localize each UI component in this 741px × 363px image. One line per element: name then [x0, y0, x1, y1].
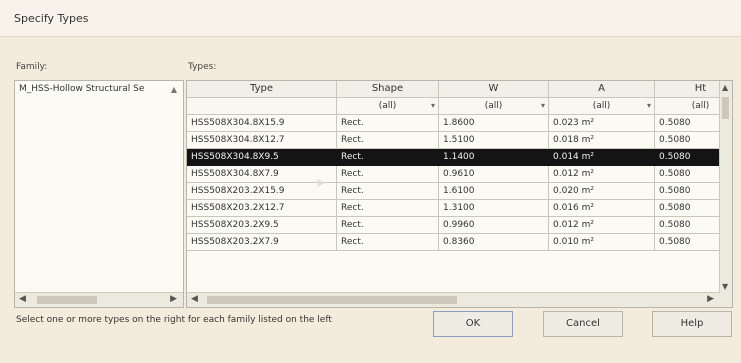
- column-header-a[interactable]: A: [549, 81, 655, 98]
- scroll-down-icon[interactable]: ▼: [722, 282, 728, 291]
- filter-value: (all): [592, 101, 611, 111]
- scroll-right-icon[interactable]: ▶: [170, 294, 177, 304]
- column-header-shape[interactable]: Shape: [337, 81, 439, 98]
- cell-shape: Rect.: [337, 115, 439, 132]
- cell-w: 0.8360: [439, 234, 549, 251]
- chevron-down-icon[interactable]: ▾: [647, 98, 651, 114]
- help-button[interactable]: Help: [652, 311, 732, 337]
- types-label: Types:: [188, 62, 217, 72]
- cell-w: 1.8600: [439, 115, 549, 132]
- ok-button[interactable]: OK: [433, 311, 513, 337]
- table-row[interactable]: HSS508X304.8X12.7 Rect. 1.5100 0.018 m² …: [187, 132, 732, 149]
- cell-w: 1.6100: [439, 183, 549, 200]
- chevron-down-icon[interactable]: ▾: [541, 98, 545, 114]
- scroll-thumb[interactable]: [207, 296, 457, 304]
- cell-type: HSS508X304.8X12.7: [187, 132, 337, 149]
- table-row[interactable]: HSS508X203.2X9.5 Rect. 0.9960 0.012 m² 0…: [187, 217, 732, 234]
- cell-a: 0.012 m²: [549, 166, 655, 183]
- scroll-left-icon[interactable]: ◀: [191, 294, 198, 304]
- table-row-selected[interactable]: HSS508X304.8X9.5 Rect. 1.1400 0.014 m² 0…: [187, 149, 732, 166]
- filter-a[interactable]: (all) ▾: [549, 98, 655, 115]
- cell-a: 0.012 m²: [549, 217, 655, 234]
- cell-shape: Rect.: [337, 200, 439, 217]
- mouse-cursor-icon: ➤: [315, 176, 326, 191]
- family-list[interactable]: M_HSS-Hollow Structural Se ▲ ◀ ▶: [14, 80, 184, 308]
- cell-type: HSS508X304.8X9.5: [187, 149, 337, 166]
- cell-w: 0.9610: [439, 166, 549, 183]
- cell-shape: Rect.: [337, 183, 439, 200]
- cell-shape: Rect.: [337, 234, 439, 251]
- filter-value: (all): [691, 101, 710, 111]
- cell-type: HSS508X203.2X9.5: [187, 217, 337, 234]
- column-header-type[interactable]: Type: [187, 81, 337, 98]
- title-bar: Specify Types: [0, 0, 741, 37]
- cell-a: 0.010 m²: [549, 234, 655, 251]
- cell-a: 0.018 m²: [549, 132, 655, 149]
- filter-w[interactable]: (all) ▾: [439, 98, 549, 115]
- header-row: Type Shape W A Ht: [187, 81, 732, 98]
- table-row[interactable]: HSS508X304.8X7.9 Rect. 0.9610 0.012 m² 0…: [187, 166, 732, 183]
- scroll-thumb[interactable]: [722, 97, 729, 119]
- status-text: Select one or more types on the right fo…: [16, 315, 332, 325]
- cell-type: HSS508X203.2X12.7: [187, 200, 337, 217]
- table-row[interactable]: HSS508X203.2X12.7 Rect. 1.3100 0.016 m² …: [187, 200, 732, 217]
- cell-a: 0.023 m²: [549, 115, 655, 132]
- table-row[interactable]: HSS508X203.2X7.9 Rect. 0.8360 0.010 m² 0…: [187, 234, 732, 251]
- filter-type[interactable]: [187, 98, 337, 115]
- cell-type: HSS508X203.2X7.9: [187, 234, 337, 251]
- filter-row: (all) ▾ (all) ▾ (all) ▾ (all): [187, 98, 732, 115]
- family-item[interactable]: M_HSS-Hollow Structural Se: [19, 84, 169, 94]
- types-vertical-scrollbar[interactable]: ▲ ▼: [719, 81, 732, 307]
- scroll-right-icon[interactable]: ▶: [707, 294, 714, 304]
- cell-a: 0.014 m²: [549, 149, 655, 166]
- scroll-left-icon[interactable]: ◀: [19, 294, 26, 304]
- cell-type: HSS508X304.8X15.9: [187, 115, 337, 132]
- family-label: Family:: [16, 62, 48, 72]
- cell-w: 1.5100: [439, 132, 549, 149]
- cell-w: 1.3100: [439, 200, 549, 217]
- cell-a: 0.016 m²: [549, 200, 655, 217]
- cell-shape: Rect.: [337, 166, 439, 183]
- cell-a: 0.020 m²: [549, 183, 655, 200]
- types-horizontal-scrollbar[interactable]: ◀ ▶: [187, 292, 720, 307]
- cell-shape: Rect.: [337, 132, 439, 149]
- cell-shape: Rect.: [337, 217, 439, 234]
- cell-w: 1.1400: [439, 149, 549, 166]
- table-row[interactable]: HSS508X304.8X15.9 Rect. 1.8600 0.023 m² …: [187, 115, 732, 132]
- scroll-up-icon[interactable]: ▲: [722, 83, 728, 92]
- types-grid[interactable]: Type Shape W A Ht (all) ▾ (all) ▾ (all) ▾ (…: [186, 80, 733, 308]
- window-title: Specify Types: [14, 12, 89, 25]
- column-header-w[interactable]: W: [439, 81, 549, 98]
- filter-value: (all): [484, 101, 503, 111]
- chevron-down-icon[interactable]: ▾: [431, 98, 435, 114]
- cell-shape: Rect.: [337, 149, 439, 166]
- filter-shape[interactable]: (all) ▾: [337, 98, 439, 115]
- filter-value: (all): [378, 101, 397, 111]
- scroll-thumb[interactable]: [37, 296, 97, 304]
- table-row[interactable]: HSS508X203.2X15.9 Rect. 1.6100 0.020 m² …: [187, 183, 732, 200]
- scroll-up-icon[interactable]: ▲: [171, 85, 177, 94]
- cancel-button[interactable]: Cancel: [543, 311, 623, 337]
- family-horizontal-scrollbar[interactable]: ◀ ▶: [15, 292, 183, 307]
- cell-w: 0.9960: [439, 217, 549, 234]
